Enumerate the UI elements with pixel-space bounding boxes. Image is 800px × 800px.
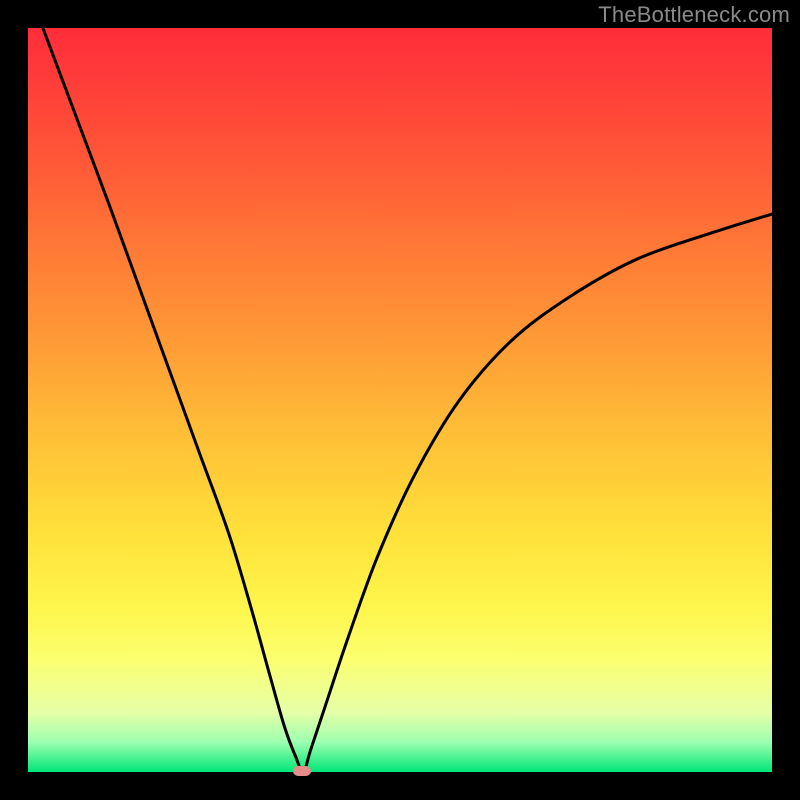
watermark-text: TheBottleneck.com bbox=[598, 2, 790, 28]
plot-area bbox=[28, 28, 772, 772]
chart-frame: TheBottleneck.com bbox=[0, 0, 800, 800]
optimum-marker bbox=[293, 766, 311, 776]
bottleneck-curve bbox=[28, 28, 772, 772]
